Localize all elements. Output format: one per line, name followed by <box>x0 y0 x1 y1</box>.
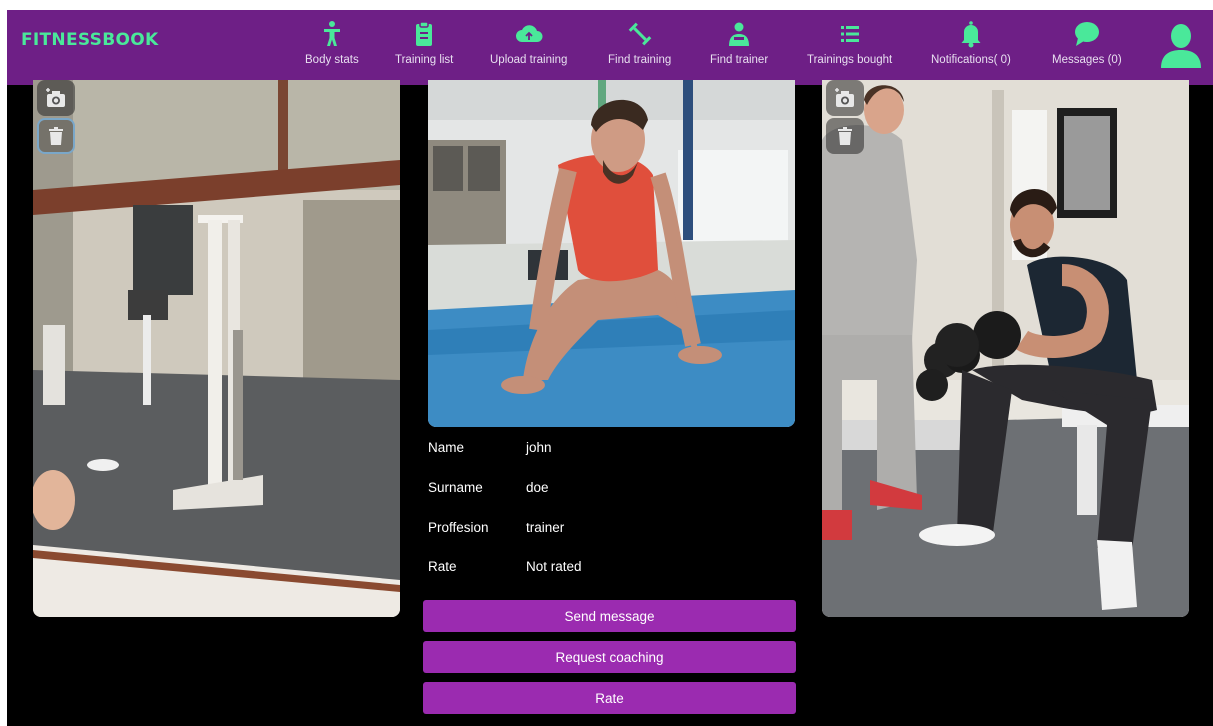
nav-trainings-bought[interactable]: Trainings bought <box>807 20 892 80</box>
trainer-icon <box>729 22 750 46</box>
field-label: Rate <box>428 559 457 574</box>
nav-upload-training[interactable]: Upload training <box>490 20 567 80</box>
delete-photo-button[interactable] <box>37 118 75 154</box>
gym-photo-image <box>822 80 1189 617</box>
trainer-photo-image <box>428 80 795 427</box>
chat-bubble-icon <box>1074 22 1099 46</box>
body-icon <box>323 21 340 46</box>
nav-notifications[interactable]: Notifications( 0) <box>931 20 1011 80</box>
field-label: Name <box>428 440 465 455</box>
delete-photo-button[interactable] <box>826 118 864 154</box>
nav-find-trainer[interactable]: Find trainer <box>710 20 768 80</box>
field-value: john <box>526 440 552 455</box>
nav-find-training[interactable]: Find training <box>608 20 671 80</box>
trash-icon <box>838 127 852 145</box>
nav-label: Upload training <box>490 54 568 66</box>
field-label: Surname <box>428 480 483 495</box>
bell-icon <box>961 21 981 48</box>
clipboard-icon <box>416 21 433 46</box>
right-gym-photo <box>822 80 1189 617</box>
nav-body-stats[interactable]: Body stats <box>305 20 359 80</box>
field-value: Not rated <box>526 559 582 574</box>
nav-label: Messages (0) <box>1052 54 1122 66</box>
field-value: doe <box>526 480 549 495</box>
user-avatar-icon[interactable] <box>1159 22 1203 70</box>
nav-messages[interactable]: Messages (0) <box>1052 20 1122 80</box>
add-photo-button[interactable] <box>826 80 864 116</box>
cloud-upload-icon <box>515 25 543 42</box>
brand-logo[interactable]: FITNESSBOOK <box>21 30 158 50</box>
send-message-button[interactable]: Send message <box>423 600 796 632</box>
list-icon <box>840 26 859 42</box>
nav-label: Find trainer <box>710 54 769 66</box>
nav-label: Notifications( 0) <box>931 54 1011 66</box>
field-label: Proffesion <box>428 520 489 535</box>
nav-label: Body stats <box>305 54 359 66</box>
field-value: trainer <box>526 520 565 535</box>
rate-button[interactable]: Rate <box>423 682 796 714</box>
top-navbar: FITNESSBOOK Body stats Training list Upl <box>7 10 1213 85</box>
nav-label: Training list <box>395 54 454 66</box>
app-frame: FITNESSBOOK Body stats Training list Upl <box>7 10 1213 726</box>
nav-training-list[interactable]: Training list <box>395 20 453 80</box>
camera-add-icon <box>835 88 854 107</box>
camera-add-icon <box>46 88 65 107</box>
nav-label: Trainings bought <box>807 54 893 66</box>
request-coaching-button[interactable]: Request coaching <box>423 641 796 673</box>
nav-label: Find training <box>608 54 672 66</box>
add-photo-button[interactable] <box>37 80 75 116</box>
trash-icon <box>49 127 63 145</box>
left-gym-photo <box>33 80 400 617</box>
trainer-profile-photo <box>428 80 795 427</box>
dumbbell-icon <box>628 22 651 46</box>
gym-photo-image <box>33 80 400 617</box>
